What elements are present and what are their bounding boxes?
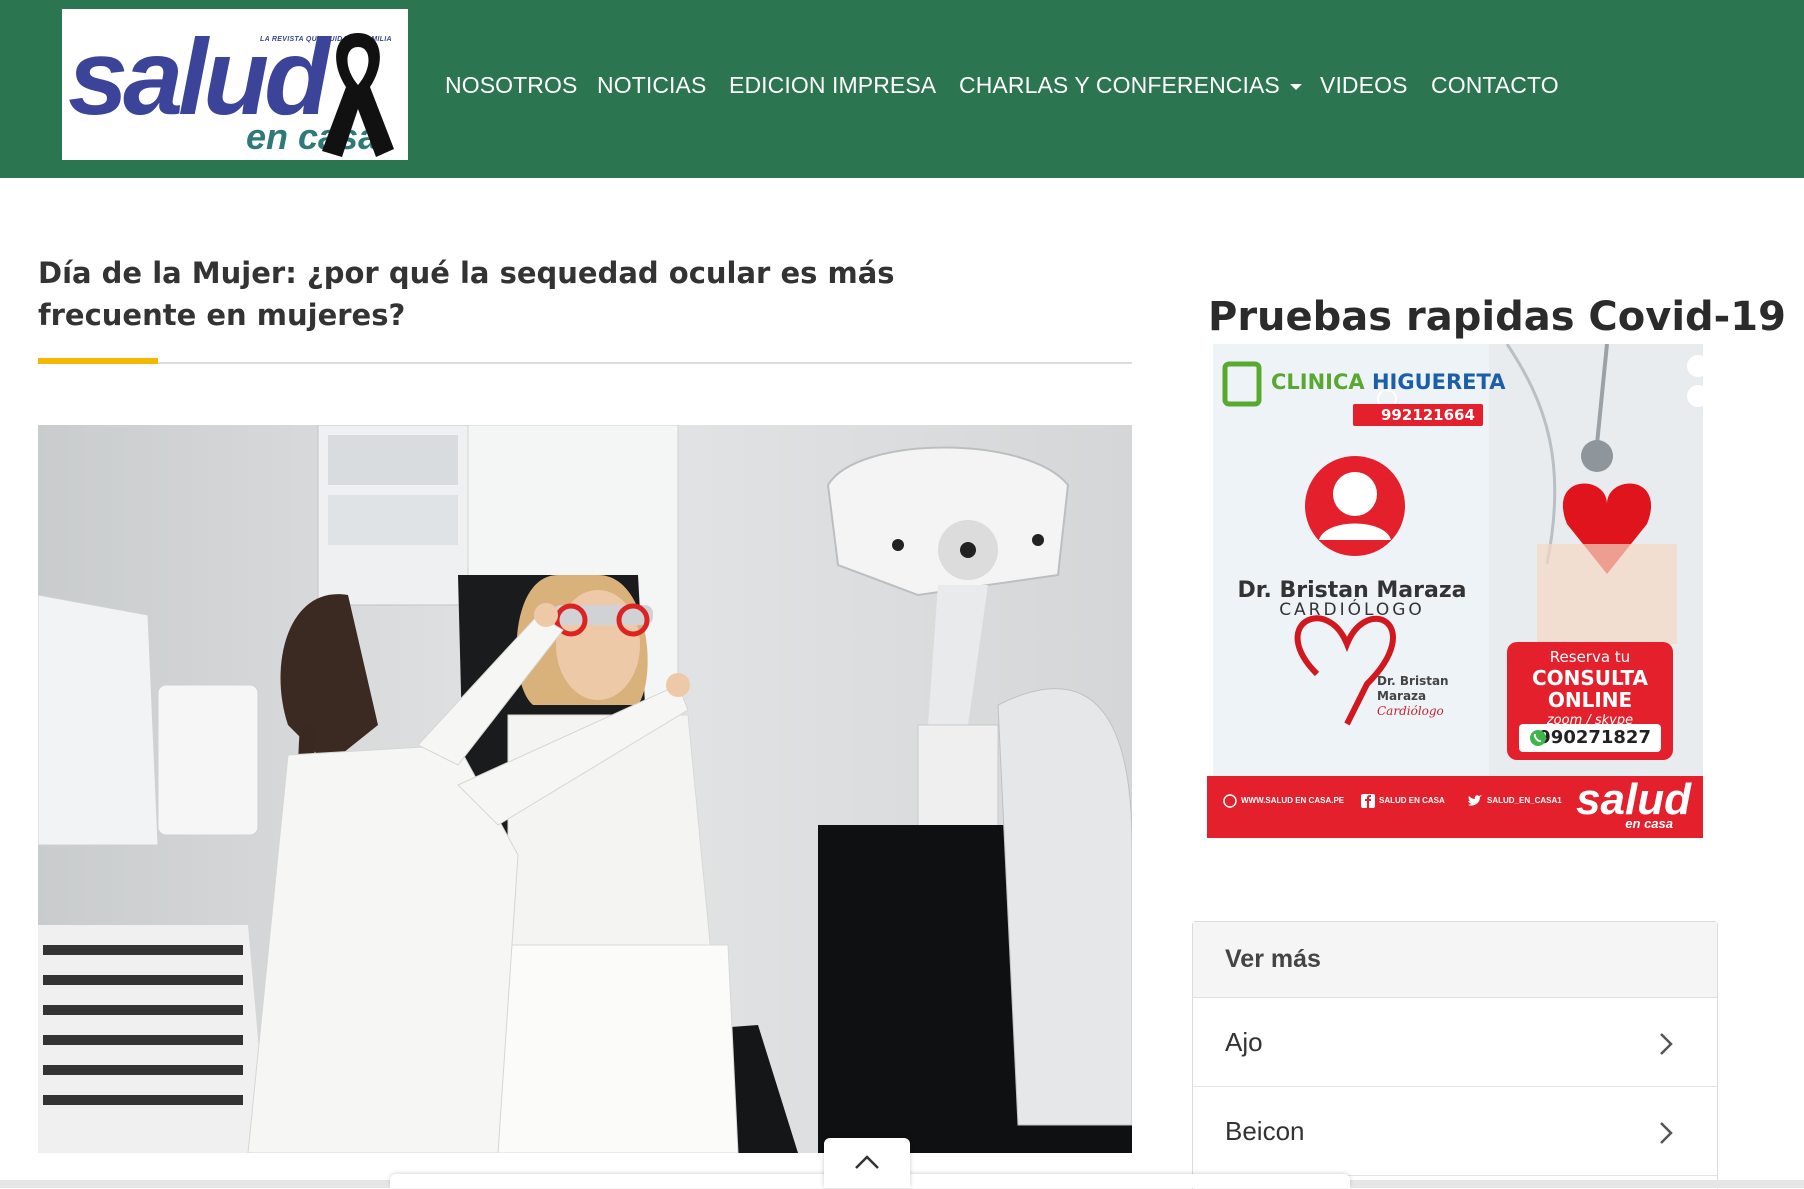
ad-signature: Dr. Bristan Maraza Cardiólogo bbox=[1377, 674, 1449, 719]
ad-cta-line3: ONLINE bbox=[1547, 688, 1633, 712]
ver-mas-item-beicon[interactable]: Beicon bbox=[1193, 1087, 1717, 1176]
ad-cta-phone: 990271827 bbox=[1519, 724, 1661, 752]
ad-clinic-word-a: CLINICA bbox=[1271, 370, 1365, 394]
ver-mas-title: Ver más bbox=[1193, 922, 1717, 998]
ad-cta-phone-number: 990271827 bbox=[1538, 727, 1651, 748]
nav-item-noticias[interactable]: NOTICIAS bbox=[597, 68, 706, 102]
ad-signature-line2: Maraza bbox=[1377, 689, 1427, 703]
ad-clinic-word-b: HIGUERETA bbox=[1371, 370, 1506, 394]
facebook-icon bbox=[1361, 794, 1375, 808]
ad-footer-banner: WWW.SALUD EN CASA.PE SALUD EN CASA SALUD… bbox=[1207, 776, 1703, 838]
nav-item-charlas-label: CHARLAS Y CONFERENCIAS bbox=[959, 72, 1280, 98]
nav-item-charlas[interactable]: CHARLAS Y CONFERENCIAS bbox=[959, 68, 1302, 102]
chevron-right-icon bbox=[1660, 1033, 1673, 1055]
nav-item-videos[interactable]: VIDEOS bbox=[1320, 68, 1408, 102]
ad-facebook: SALUD EN CASA bbox=[1379, 796, 1445, 805]
ver-mas-item-label: Beicon bbox=[1225, 1116, 1305, 1146]
twitter-icon bbox=[1468, 795, 1482, 806]
ad-clinic-phone: 992121664 bbox=[1353, 404, 1483, 426]
logo-word: salud bbox=[68, 16, 330, 137]
nav-item-contacto[interactable]: CONTACTO bbox=[1431, 68, 1559, 102]
mourning-ribbon-icon bbox=[322, 33, 394, 157]
ad-signature-line3: Cardiólogo bbox=[1377, 704, 1444, 718]
title-divider bbox=[38, 362, 1132, 364]
nav-item-edicion-impresa[interactable]: EDICION IMPRESA bbox=[729, 68, 936, 102]
ad-clinic-name: CLINICA HIGUERETA bbox=[1271, 370, 1505, 394]
ad-twitter: SALUD_EN_CASA1 bbox=[1487, 796, 1562, 805]
title-accent-bar bbox=[38, 358, 158, 364]
ver-mas-item-label: Ajo bbox=[1225, 1027, 1263, 1057]
ad-brand-subtitle: en casa bbox=[1625, 816, 1673, 831]
site-logo[interactable]: LA REVISTA QUE CUIDA LA FAMILIA salud en… bbox=[62, 9, 408, 160]
globe-icon bbox=[1223, 794, 1237, 808]
sidebar-widget-title: Pruebas rapidas Covid-19 bbox=[1208, 294, 1786, 340]
chevron-up-icon bbox=[855, 1155, 879, 1169]
ad-doctor-role: CARDIÓLOGO bbox=[1279, 600, 1425, 620]
ad-cta-line2: CONSULTA bbox=[1531, 666, 1649, 690]
site-header: LA REVISTA QUE CUIDA LA FAMILIA salud en… bbox=[0, 0, 1804, 178]
ad-consult-box: Reserva tu CONSULTA ONLINE zoom / skype … bbox=[1507, 642, 1673, 760]
chevron-right-icon bbox=[1660, 1122, 1673, 1144]
whatsapp-icon bbox=[1530, 730, 1546, 746]
article-hero-image bbox=[38, 425, 1132, 1153]
ver-mas-widget: Ver más Ajo Beicon bbox=[1192, 921, 1718, 1189]
chevron-down-icon bbox=[1289, 83, 1302, 90]
scroll-to-top-button[interactable] bbox=[824, 1138, 910, 1188]
ad-cta-line1: Reserva tu bbox=[1549, 648, 1631, 666]
ad-web: WWW.SALUD EN CASA.PE bbox=[1241, 796, 1345, 805]
clinic-advertisement[interactable]: CLINICA HIGUERETA 992121664 Dr. Bristan … bbox=[1207, 344, 1703, 838]
ad-signature-line1: Dr. Bristan bbox=[1377, 674, 1449, 688]
ver-mas-item-ajo[interactable]: Ajo bbox=[1193, 998, 1717, 1087]
nav-item-nosotros[interactable]: NOSOTROS bbox=[445, 68, 577, 102]
article-title: Día de la Mujer: ¿por qué la sequedad oc… bbox=[38, 256, 895, 332]
